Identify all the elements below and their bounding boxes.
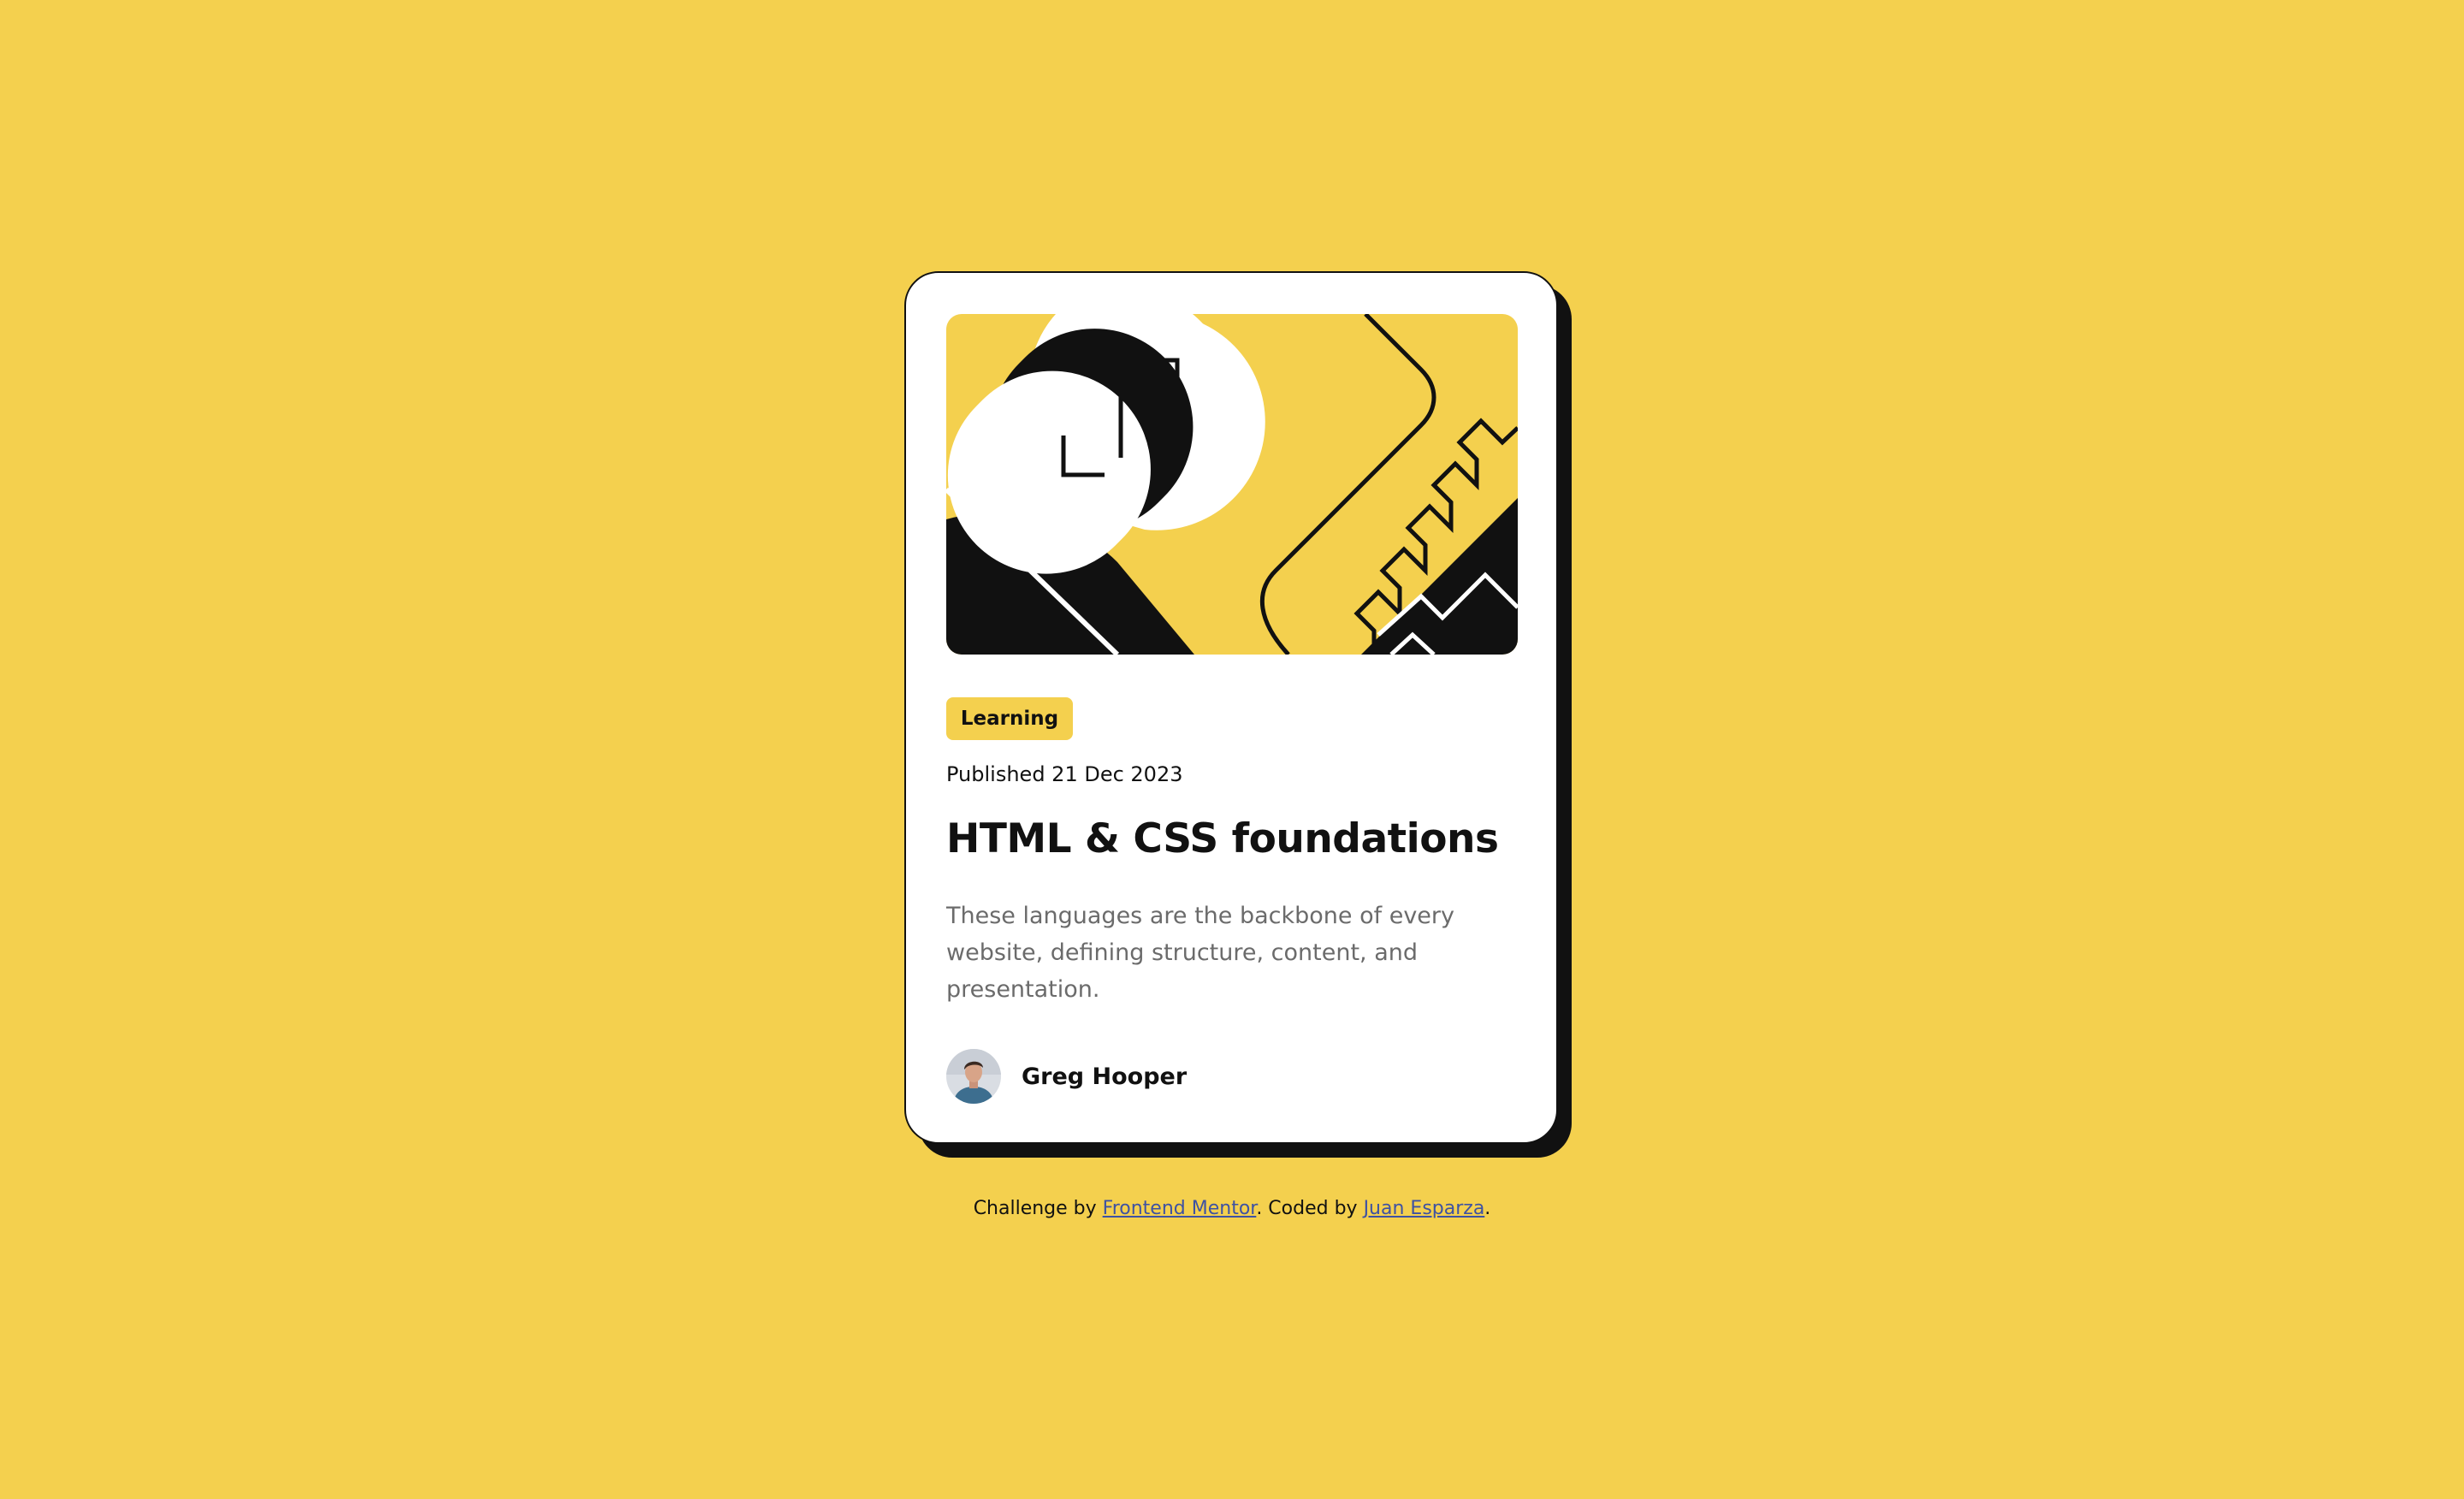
attribution-middle: . Coded by [1256,1198,1364,1219]
attribution-suffix: . [1484,1198,1491,1219]
author-link[interactable]: Juan Esparza [1364,1198,1485,1219]
author-name: Greg Hooper [1022,1063,1188,1090]
attribution: Challenge by Frontend Mentor. Coded by J… [0,1198,2464,1219]
attribution-prefix: Challenge by [973,1198,1103,1219]
published-date: Published 21 Dec 2023 [946,762,1183,786]
card-title[interactable]: HTML & CSS foundations [946,815,1499,862]
avatar [946,1049,1001,1104]
category-tag: Learning [946,697,1073,740]
frontend-mentor-link[interactable]: Frontend Mentor [1103,1198,1257,1219]
blog-preview-card: Learning Published 21 Dec 2023 HTML & CS… [904,271,1558,1144]
hero-illustration [946,314,1518,655]
card-description: These languages are the backbone of ever… [946,903,1454,1003]
author: Greg Hooper [946,1048,1187,1105]
